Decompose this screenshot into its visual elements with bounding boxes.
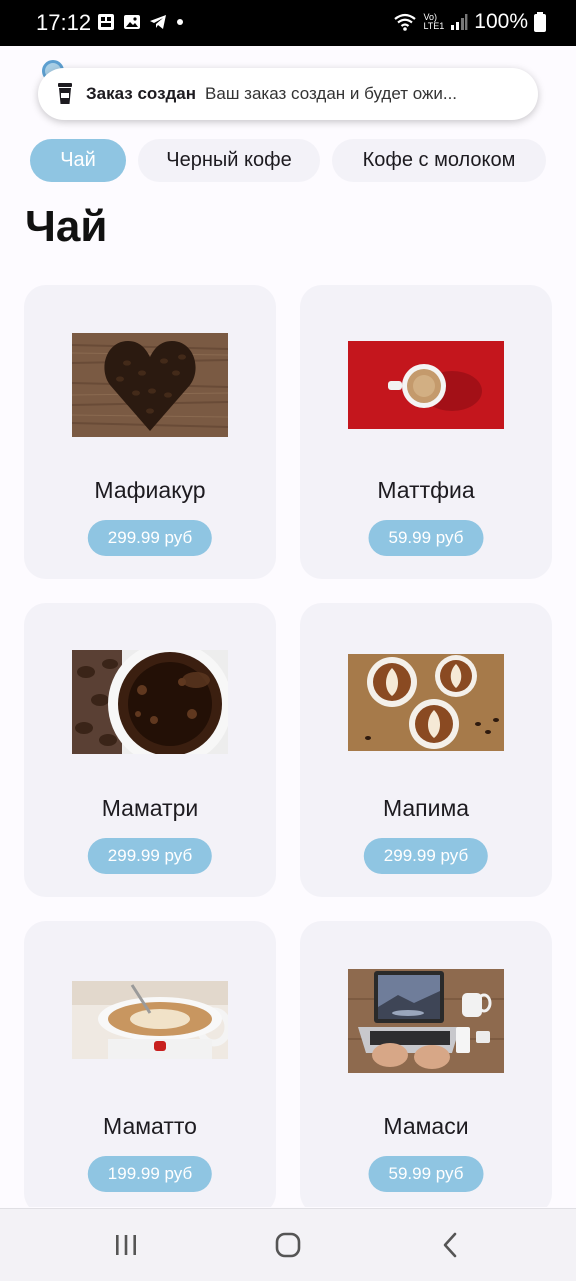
system-navigation-bar	[0, 1208, 576, 1281]
recents-icon	[116, 1235, 136, 1255]
product-name: Мафиакур	[94, 477, 206, 503]
image-notification-icon	[124, 15, 140, 29]
price-button[interactable]: 299.99 руб	[87, 838, 213, 874]
product-name: Маматто	[103, 1113, 197, 1139]
tab-black-coffee[interactable]: Черный кофе	[138, 139, 320, 182]
notification-icons	[96, 12, 186, 32]
order-toast[interactable]: Заказ создан Ваш заказ создан и будет ож…	[38, 68, 538, 120]
product-card[interactable]: Маматри 299.99 руб	[24, 603, 276, 897]
coffee-cup-icon	[58, 83, 72, 104]
wifi-icon	[394, 13, 417, 31]
product-name: Мамаси	[383, 1113, 469, 1139]
signal-icon	[451, 14, 468, 30]
back-icon	[443, 1232, 457, 1258]
price-button[interactable]: 299.99 руб	[363, 838, 489, 874]
home-icon	[275, 1232, 301, 1258]
telegram-icon	[150, 15, 166, 29]
price-button[interactable]: 59.99 руб	[368, 520, 484, 556]
product-card[interactable]: Мафиакур 299.99 руб	[24, 285, 276, 579]
latte-art-cups-image	[348, 654, 504, 751]
home-button[interactable]	[268, 1227, 308, 1263]
toast-title: Заказ создан	[86, 84, 197, 103]
product-card[interactable]: Маматто 199.99 руб	[24, 921, 276, 1207]
price-button[interactable]: 199.99 руб	[87, 1156, 213, 1192]
price-button[interactable]: 299.99 руб	[87, 520, 213, 556]
toast-message: Ваш заказ создан и будет ожи...	[205, 84, 458, 103]
status-right: Vo) LTE1 100%	[393, 10, 546, 34]
back-button[interactable]	[430, 1227, 470, 1263]
category-tabs: Чай Черный кофе Кофе с молоком	[30, 139, 546, 182]
product-grid: Мафиакур 299.99 руб Маттфиа 59.99 руб Ма…	[24, 285, 552, 1207]
network-type-label: Vo) LTE1	[423, 13, 444, 31]
section-heading: Чай	[25, 202, 108, 251]
status-time: 17:12	[36, 10, 92, 35]
laptop-desk-image	[348, 969, 504, 1073]
product-name: Маттфиа	[377, 477, 475, 503]
cappuccino-spoon-image	[72, 981, 228, 1059]
price-button[interactable]: 59.99 руб	[368, 1156, 484, 1192]
lte-label: LTE1	[423, 21, 445, 31]
status-bar: 17:12 Vo) LTE1 100%	[0, 0, 576, 46]
gallery-notification-icon	[98, 14, 114, 30]
coffee-cup-red-background-image	[348, 341, 504, 429]
battery-icon	[534, 12, 546, 32]
battery-percent: 100%	[474, 10, 528, 33]
product-card[interactable]: Мамаси 59.99 руб	[300, 921, 552, 1207]
tab-coffee-with-milk[interactable]: Кофе с молоком	[332, 139, 546, 182]
product-card[interactable]: Мапима 299.99 руб	[300, 603, 552, 897]
product-card[interactable]: Маттфиа 59.99 руб	[300, 285, 552, 579]
recents-button[interactable]	[106, 1227, 146, 1263]
tab-tea[interactable]: Чай	[30, 139, 126, 182]
product-name: Маматри	[101, 795, 199, 821]
product-name: Мапима	[382, 795, 470, 821]
black-coffee-closeup-image	[72, 650, 228, 754]
more-notifications-dot-icon	[177, 19, 183, 25]
coffee-bean-heart-image	[72, 333, 228, 437]
